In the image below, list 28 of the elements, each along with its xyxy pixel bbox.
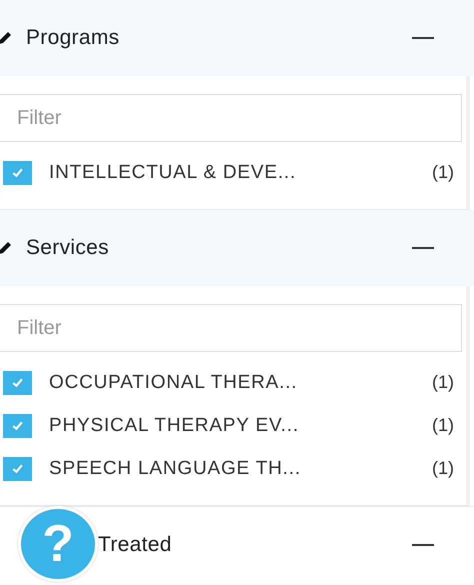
filter-option-label[interactable]: SPEECH LANGUAGE TH...	[49, 458, 432, 480]
section-title: Programs	[26, 26, 120, 50]
check-icon	[11, 462, 24, 475]
collapse-icon[interactable]	[412, 36, 434, 40]
filter-field[interactable]: Filter	[0, 94, 462, 142]
option-count: (1)	[432, 415, 454, 436]
check-icon	[11, 376, 24, 389]
filter-option-label[interactable]: INTELLECTUAL & DEVE...	[49, 162, 432, 184]
checkbox[interactable]	[3, 456, 32, 480]
check-icon	[11, 166, 24, 179]
section-title: Treated	[98, 533, 173, 557]
filter-option-label[interactable]: OCCUPATIONAL THERA...	[49, 372, 432, 394]
pencil-icon	[0, 241, 12, 255]
filter-field[interactable]: Filter	[0, 304, 462, 352]
collapse-icon[interactable]	[412, 543, 434, 547]
checkbox[interactable]	[3, 414, 32, 438]
checkbox[interactable]	[3, 370, 32, 394]
section-title: Services	[26, 236, 110, 260]
pencil-icon	[0, 31, 12, 45]
option-count: (1)	[432, 372, 454, 393]
collapse-icon[interactable]	[412, 246, 434, 250]
checkbox[interactable]	[3, 160, 32, 184]
section-header[interactable]: Programs	[0, 0, 474, 76]
section-header[interactable]: Services	[0, 210, 474, 286]
filter-option-label[interactable]: PHYSICAL THERAPY EV...	[49, 414, 432, 436]
option-count: (1)	[432, 458, 454, 479]
check-icon	[11, 419, 24, 432]
option-count: (1)	[432, 162, 454, 183]
